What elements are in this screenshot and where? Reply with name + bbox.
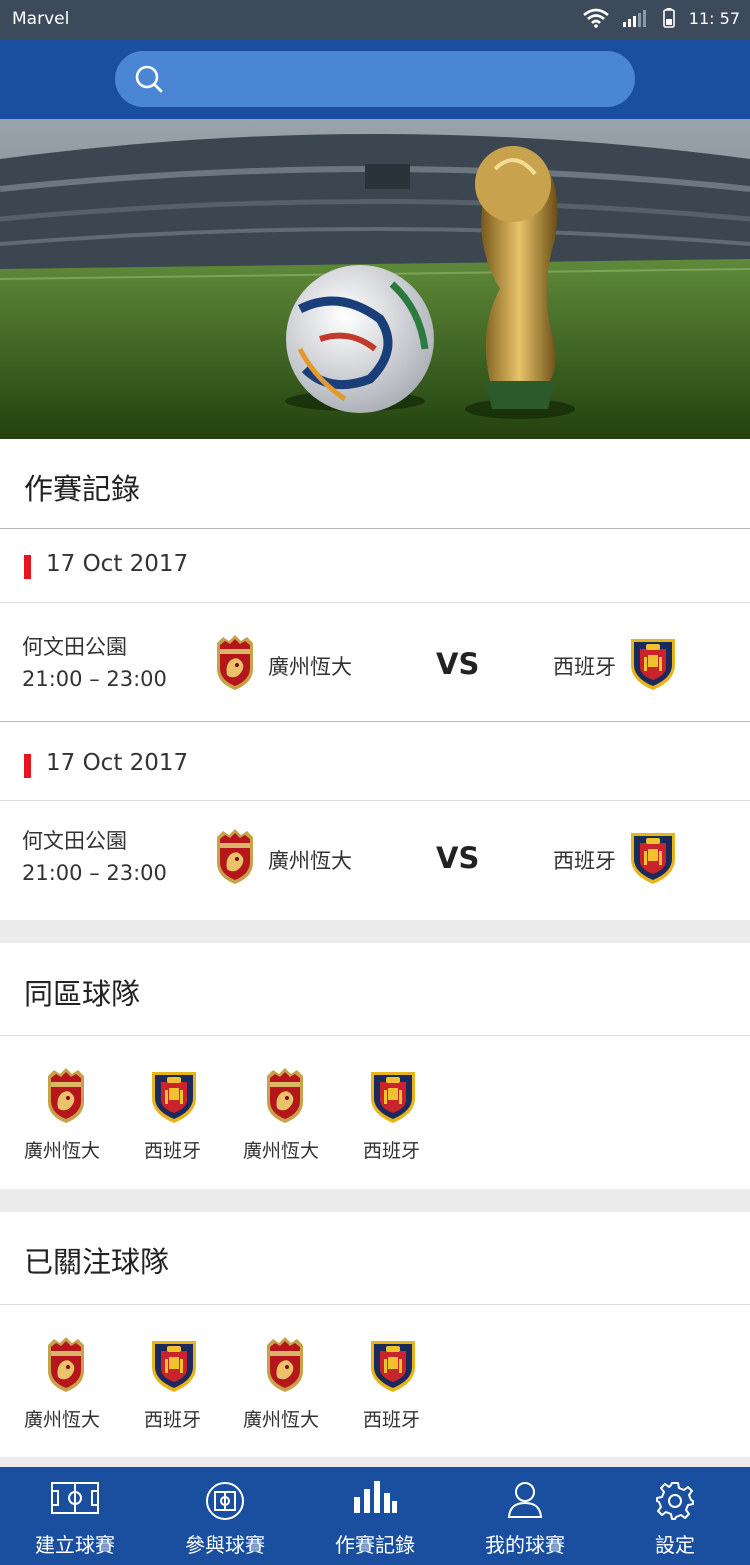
match-date: 17 Oct 2017 <box>46 551 189 577</box>
home-team-crest-icon <box>213 635 257 691</box>
bottom-tab-bar: 建立球賽 參與球賽 作賽記錄 我的球賽 設定 <box>0 1467 750 1565</box>
nearby-section-title: 同區球隊 <box>24 977 141 1011</box>
bar-chart-icon <box>354 1481 397 1513</box>
battery-icon <box>662 8 675 28</box>
tab-label: 參與球賽 <box>185 1533 265 1557</box>
team-name: 西班牙 <box>144 1409 202 1431</box>
search-header <box>0 40 750 119</box>
followed-section-title: 已關注球隊 <box>24 1245 170 1279</box>
tab-my-matches[interactable]: 我的球賽 <box>450 1467 600 1565</box>
gear-icon <box>656 1482 694 1520</box>
team-item[interactable]: 西班牙 <box>143 1337 243 1437</box>
tab-label: 我的球賽 <box>485 1533 565 1557</box>
match-divider <box>0 721 750 722</box>
date-header: 17 Oct 2017 <box>0 728 750 800</box>
team-name: 廣州恆大 <box>24 1140 101 1162</box>
team-crest-icon <box>368 1068 418 1124</box>
team-name: 西班牙 <box>363 1409 421 1431</box>
away-team-crest-icon <box>628 635 678 691</box>
team-item[interactable]: 西班牙 <box>362 1337 462 1437</box>
tab-label: 設定 <box>655 1533 695 1557</box>
stadium-illustration <box>0 119 750 439</box>
tab-label: 建立球賽 <box>35 1533 115 1557</box>
team-name: 西班牙 <box>144 1140 202 1162</box>
tab-match-records[interactable]: 作賽記錄 <box>300 1467 450 1565</box>
date-marker <box>24 754 31 778</box>
ball-icon <box>206 1482 244 1520</box>
match-row[interactable]: 何文田公園 21:00 – 23:00 廣州恆大 VS 西班牙 <box>0 797 750 915</box>
team-name: 廣州恆大 <box>24 1409 101 1431</box>
match-time: 21:00 – 23:00 <box>22 861 167 885</box>
clock: 11: 57 <box>688 8 740 28</box>
match-row[interactable]: 何文田公園 21:00 – 23:00 廣州恆大 VS 西班牙 <box>0 603 750 721</box>
home-team-name: 廣州恆大 <box>268 849 352 873</box>
nearby-team-list: 廣州恆大 西班牙 廣州恆大 西班牙 <box>0 1036 750 1186</box>
team-item[interactable]: 廣州恆大 <box>24 1337 124 1437</box>
date-header: 17 Oct 2017 <box>0 529 750 601</box>
match-time: 21:00 – 23:00 <box>22 667 167 691</box>
team-name: 廣州恆大 <box>243 1140 320 1162</box>
status-indicators: 11: 57 <box>582 8 740 28</box>
date-marker <box>24 555 31 579</box>
status-bar: Marvel 11: 57 <box>0 0 750 40</box>
match-venue: 何文田公園 <box>22 635 127 659</box>
search-input[interactable] <box>115 51 635 107</box>
search-icon <box>135 65 163 93</box>
team-crest-icon <box>149 1068 199 1124</box>
tab-settings[interactable]: 設定 <box>600 1467 750 1565</box>
tab-create-match[interactable]: 建立球賽 <box>0 1467 150 1565</box>
match-venue: 何文田公園 <box>22 829 127 853</box>
section-gap <box>0 920 750 943</box>
wifi-icon <box>582 8 609 28</box>
team-item[interactable]: 廣州恆大 <box>243 1068 343 1168</box>
away-team-name: 西班牙 <box>553 655 616 679</box>
team-item[interactable]: 西班牙 <box>362 1068 462 1168</box>
team-crest-icon <box>149 1337 199 1393</box>
user-icon <box>507 1482 543 1518</box>
home-team-crest-icon <box>213 829 257 885</box>
home-team-name: 廣州恆大 <box>268 655 352 679</box>
team-crest-icon <box>263 1337 307 1393</box>
match-date: 17 Oct 2017 <box>46 750 189 776</box>
away-team-name: 西班牙 <box>553 849 616 873</box>
team-item[interactable]: 西班牙 <box>143 1068 243 1168</box>
away-team-crest-icon <box>628 829 678 885</box>
team-item[interactable]: 廣州恆大 <box>243 1337 343 1437</box>
tab-join-match[interactable]: 參與球賽 <box>150 1467 300 1565</box>
team-crest-icon <box>368 1337 418 1393</box>
vs-label: VS <box>436 841 480 875</box>
team-name: 西班牙 <box>363 1140 421 1162</box>
tab-label: 作賽記錄 <box>335 1533 415 1557</box>
team-crest-icon <box>44 1068 88 1124</box>
team-crest-icon <box>44 1337 88 1393</box>
carrier-name: Marvel <box>12 9 70 29</box>
team-item[interactable]: 廣州恆大 <box>24 1068 124 1168</box>
vs-label: VS <box>436 647 480 681</box>
pitch-icon <box>51 1482 99 1514</box>
banner-image[interactable] <box>0 119 750 439</box>
section-gap <box>0 1457 750 1467</box>
signal-icon <box>622 10 646 27</box>
section-gap <box>0 1189 750 1212</box>
team-crest-icon <box>263 1068 307 1124</box>
records-section-title: 作賽記錄 <box>24 472 141 506</box>
followed-team-list: 廣州恆大 西班牙 廣州恆大 西班牙 <box>0 1305 750 1455</box>
team-name: 廣州恆大 <box>243 1409 320 1431</box>
